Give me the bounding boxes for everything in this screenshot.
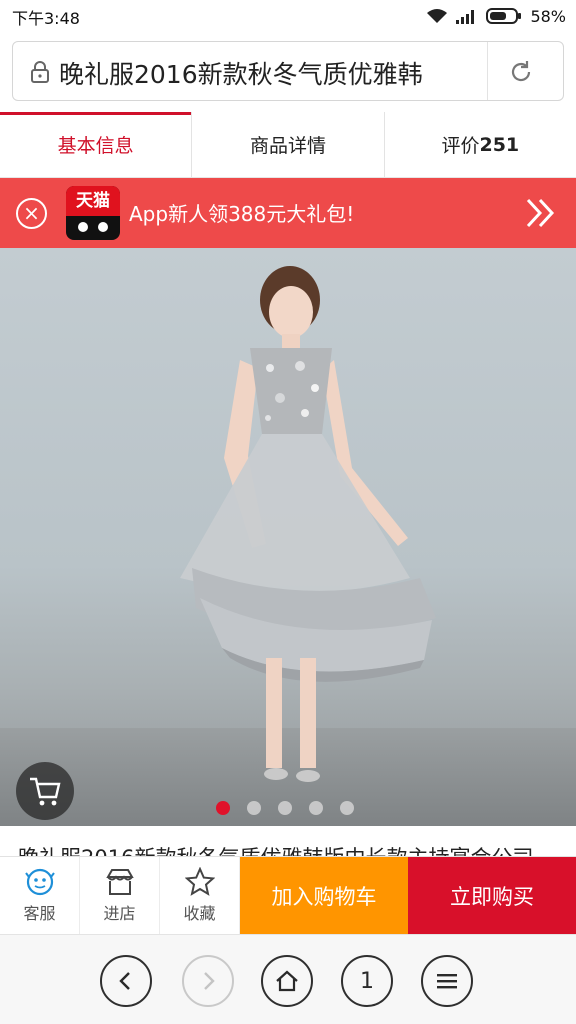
address-bar: 晚礼服2016新款秋冬气质优雅韩 bbox=[0, 32, 576, 112]
tmall-logo-text: 天猫 bbox=[66, 186, 120, 216]
tabs-button[interactable]: 1 bbox=[341, 955, 393, 1007]
store-label: 进店 bbox=[103, 904, 136, 923]
browser-nav-bar: 1 bbox=[0, 934, 576, 1024]
carousel-dot[interactable] bbox=[309, 801, 323, 815]
carousel-dot[interactable] bbox=[247, 801, 261, 815]
tab-label: 基本信息 bbox=[57, 135, 134, 157]
customer-service-icon bbox=[24, 868, 55, 896]
menu-button[interactable] bbox=[421, 955, 473, 1007]
store-icon bbox=[105, 869, 134, 895]
status-indicators: 58% bbox=[426, 4, 566, 28]
promo-banner[interactable]: × 天猫 App新人领388元大礼包! bbox=[0, 178, 576, 248]
battery-percent: 58% bbox=[530, 6, 566, 26]
tab-label: 评价 bbox=[441, 135, 480, 157]
tab-label: 商品详情 bbox=[249, 135, 326, 157]
favorite-label: 收藏 bbox=[183, 904, 216, 923]
tab-count: 1 bbox=[360, 968, 374, 994]
add-to-cart-button[interactable]: 加入购物车 bbox=[240, 857, 408, 934]
carousel-indicator bbox=[216, 801, 354, 815]
tmall-logo: 天猫 bbox=[66, 186, 120, 240]
floating-cart-button[interactable] bbox=[16, 762, 74, 820]
customer-service-button[interactable]: 客服 bbox=[0, 857, 80, 934]
forward-button[interactable] bbox=[182, 955, 234, 1007]
cart-icon bbox=[30, 777, 61, 806]
buy-now-button[interactable]: 立即购买 bbox=[408, 857, 576, 934]
back-button[interactable] bbox=[100, 955, 152, 1007]
tab-basic-info[interactable]: 基本信息 bbox=[0, 112, 192, 177]
close-icon[interactable]: × bbox=[16, 198, 47, 229]
forward-icon bbox=[204, 972, 215, 990]
logo-eye-left bbox=[78, 222, 88, 232]
logo-eye-right bbox=[98, 222, 108, 232]
menu-icon bbox=[437, 974, 457, 989]
home-button[interactable] bbox=[261, 955, 313, 1007]
tab-product-details[interactable]: 商品详情 bbox=[191, 112, 383, 177]
home-icon bbox=[276, 970, 298, 992]
carousel-dot[interactable] bbox=[216, 801, 230, 815]
reload-icon[interactable] bbox=[507, 58, 535, 86]
enter-store-button[interactable]: 进店 bbox=[80, 857, 160, 934]
double-chevron-right-icon[interactable] bbox=[524, 196, 558, 230]
service-label: 客服 bbox=[23, 904, 56, 923]
url-divider bbox=[487, 42, 488, 100]
review-count: 251 bbox=[479, 133, 520, 156]
back-icon bbox=[119, 972, 130, 990]
wifi-icon bbox=[427, 9, 448, 23]
product-action-bar: 客服 进店 收藏 加入购物车 立即购买 bbox=[0, 856, 576, 934]
product-photo[interactable] bbox=[0, 248, 576, 826]
carousel-dot[interactable] bbox=[278, 801, 292, 815]
url-text[interactable]: 晚礼服2016新款秋冬气质优雅韩 bbox=[59, 55, 477, 91]
url-field[interactable]: 晚礼服2016新款秋冬气质优雅韩 bbox=[12, 41, 564, 101]
product-tabs: 基本信息 商品详情 评价 251 bbox=[0, 112, 576, 178]
battery-icon bbox=[486, 8, 522, 24]
status-time: 下午3:48 bbox=[12, 9, 80, 28]
signal-icon bbox=[456, 10, 475, 24]
lock-icon bbox=[31, 61, 49, 83]
star-icon bbox=[184, 867, 215, 896]
favorite-button[interactable]: 收藏 bbox=[160, 857, 240, 934]
tab-reviews[interactable]: 评价 251 bbox=[383, 112, 576, 177]
carousel-dot[interactable] bbox=[340, 801, 354, 815]
model-illustration bbox=[180, 266, 436, 782]
promo-text: App新人领388元大礼包! bbox=[129, 202, 355, 226]
status-bar: 下午3:48 58% bbox=[0, 0, 576, 32]
